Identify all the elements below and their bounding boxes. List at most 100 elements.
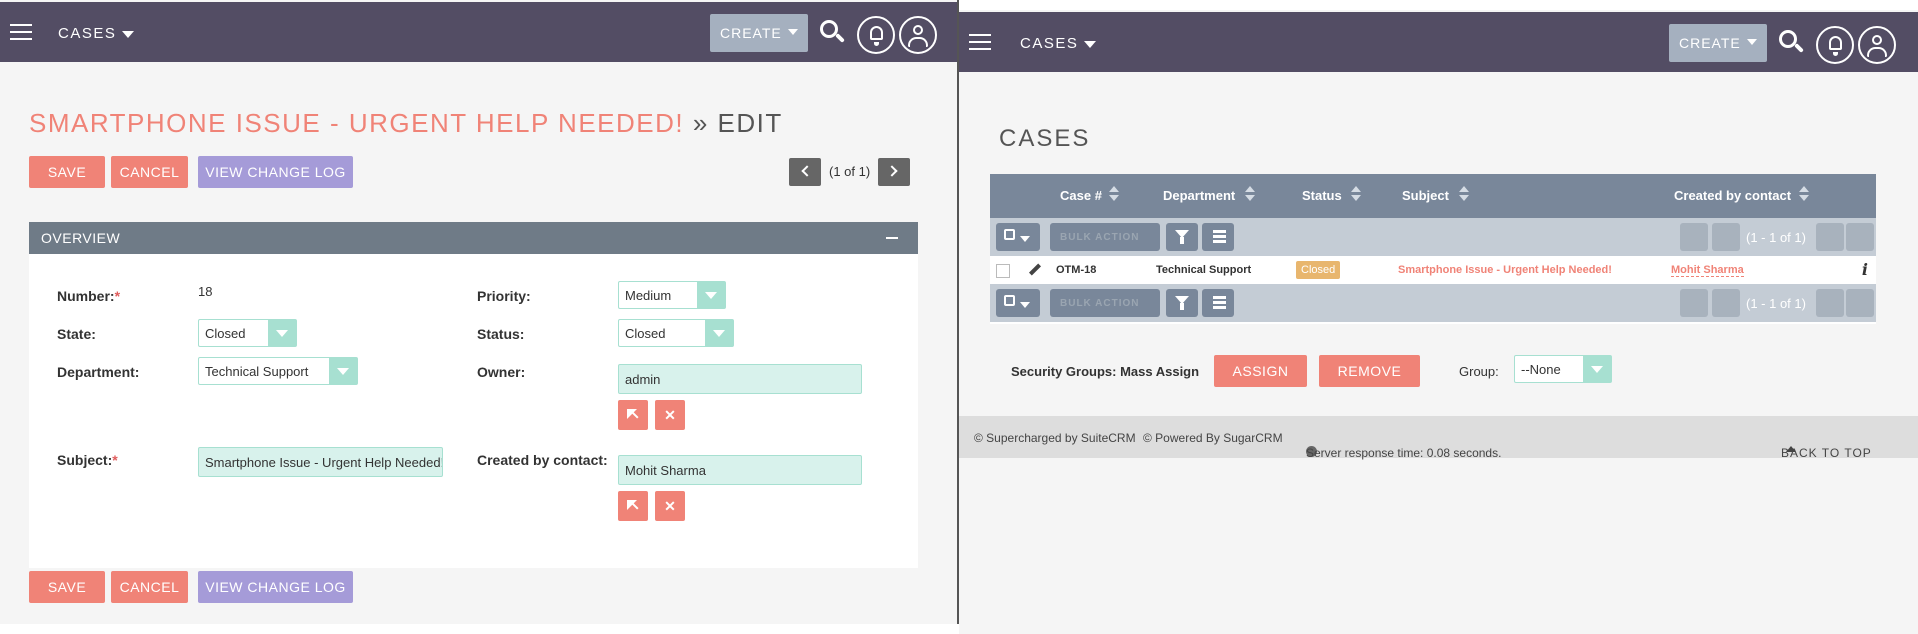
group-label: Group:: [1459, 364, 1499, 379]
user-profile-icon[interactable]: [1858, 26, 1896, 64]
supercharged-link[interactable]: © Supercharged by SuiteCRM: [974, 431, 1136, 445]
sort-icon[interactable]: [1108, 186, 1120, 202]
list-view-pane: CASES CREATE CASES Case # Department Sta…: [959, 10, 1918, 634]
last-page-button[interactable]: [1846, 289, 1874, 317]
department-select[interactable]: Technical Support: [198, 357, 358, 385]
sort-icon[interactable]: [1244, 186, 1256, 202]
priority-select[interactable]: Medium: [618, 281, 726, 309]
view-change-log-button-top[interactable]: VIEW CHANGE LOG: [198, 156, 353, 188]
row-checkbox[interactable]: [996, 264, 1010, 278]
bulk-action-button[interactable]: BULK ACTION: [1050, 223, 1160, 251]
department-value: Technical Support: [205, 363, 309, 379]
checkbox-icon: [1004, 229, 1015, 240]
pencil-icon[interactable]: [1028, 263, 1042, 277]
state-value: Closed: [205, 325, 246, 341]
chevron-down-icon: [268, 320, 296, 346]
select-arrow-icon: [627, 409, 639, 421]
save-button-top[interactable]: SAVE: [29, 156, 105, 188]
cancel-button-bottom[interactable]: CANCEL: [111, 571, 188, 603]
notifications-icon[interactable]: [857, 16, 895, 54]
filter-button[interactable]: [1166, 223, 1198, 251]
subject-link[interactable]: Smartphone Issue - Urgent Help Needed!: [1398, 264, 1612, 276]
module-menu[interactable]: CASES: [1020, 35, 1097, 52]
notifications-icon[interactable]: [1816, 26, 1854, 64]
search-icon[interactable]: [1779, 30, 1805, 56]
previous-page-button[interactable]: [1712, 223, 1740, 251]
select-all-dropdown[interactable]: [996, 223, 1040, 251]
status-badge: Closed: [1296, 261, 1341, 279]
collapse-icon[interactable]: [886, 237, 898, 239]
save-button-bottom[interactable]: SAVE: [29, 571, 105, 603]
view-change-log-button-bottom[interactable]: VIEW CHANGE LOG: [198, 571, 353, 603]
first-page-button[interactable]: [1680, 223, 1708, 251]
powered-by-link[interactable]: © Powered By SugarCRM: [1143, 431, 1283, 445]
first-page-button[interactable]: [1680, 289, 1708, 317]
chevron-down-icon: [329, 358, 357, 384]
previous-record-button[interactable]: [789, 158, 821, 186]
last-page-button[interactable]: [1846, 223, 1874, 251]
column-subject[interactable]: Subject: [1402, 188, 1449, 203]
subject-label: Subject:*: [57, 452, 118, 468]
column-department[interactable]: Department: [1163, 188, 1235, 203]
caret-down-icon: [788, 29, 798, 35]
caret-down-icon: [122, 30, 135, 38]
column-created-by-contact[interactable]: Created by contact: [1674, 188, 1791, 203]
contact-select-button[interactable]: [618, 491, 648, 521]
pagination-text: (1 - 1 of 1): [1746, 230, 1806, 245]
sort-icon[interactable]: [1458, 186, 1470, 202]
bulk-action-button[interactable]: BULK ACTION: [1050, 289, 1160, 317]
user-profile-icon[interactable]: [899, 16, 937, 54]
owner-input[interactable]: admin: [618, 364, 862, 394]
column-chooser-button[interactable]: [1202, 223, 1234, 251]
next-page-button[interactable]: [1816, 289, 1844, 317]
required-mark: *: [114, 288, 121, 304]
previous-page-button[interactable]: [1712, 289, 1740, 317]
group-select[interactable]: --None: [1514, 355, 1612, 383]
owner-clear-button[interactable]: ✕: [655, 400, 685, 430]
cancel-button-top[interactable]: CANCEL: [111, 156, 188, 188]
info-icon[interactable]: i: [1862, 260, 1868, 279]
assign-button[interactable]: ASSIGN: [1214, 355, 1307, 387]
sort-icon[interactable]: [1350, 186, 1362, 202]
search-icon[interactable]: [820, 20, 846, 46]
status-select[interactable]: Closed: [618, 319, 734, 347]
select-all-dropdown[interactable]: [996, 289, 1040, 317]
overview-panel-header[interactable]: OVERVIEW: [29, 222, 918, 254]
created-by-contact-label: Created by contact:: [477, 452, 608, 468]
column-status[interactable]: Status: [1302, 188, 1342, 203]
created-by-contact-input[interactable]: Mohit Sharma: [618, 455, 862, 485]
state-select[interactable]: Closed: [198, 319, 297, 347]
remove-button[interactable]: REMOVE: [1319, 355, 1420, 387]
sort-icon[interactable]: [1798, 186, 1810, 202]
create-label: CREATE: [720, 25, 782, 41]
panel-title: OVERVIEW: [41, 230, 121, 246]
required-mark: *: [112, 452, 118, 468]
checkbox-icon: [1004, 295, 1015, 306]
top-navbar: CASES CREATE: [959, 12, 1918, 72]
column-chooser-button[interactable]: [1202, 289, 1234, 317]
subject-input[interactable]: Smartphone Issue - Urgent Help Needed!: [198, 447, 443, 477]
status-label: Status:: [477, 326, 525, 342]
contact-clear-button[interactable]: ✕: [655, 491, 685, 521]
next-record-button[interactable]: [878, 158, 910, 186]
create-button[interactable]: CREATE: [710, 14, 808, 52]
list-icon: [1210, 296, 1226, 310]
status-value: Closed: [625, 325, 666, 341]
create-button[interactable]: CREATE: [1669, 24, 1767, 62]
case-number-cell[interactable]: OTM-18: [1056, 264, 1096, 276]
select-arrow-icon: [627, 500, 639, 512]
contact-link[interactable]: Mohit Sharma: [1671, 264, 1744, 277]
priority-value: Medium: [625, 287, 672, 303]
priority-label: Priority:: [477, 288, 531, 304]
module-menu[interactable]: CASES: [58, 25, 135, 42]
number-value: 18: [198, 284, 213, 299]
owner-select-button[interactable]: [618, 400, 648, 430]
filter-button[interactable]: [1166, 289, 1198, 317]
action-bar-top: BULK ACTION (1 - 1 of 1): [990, 218, 1876, 256]
column-case-number[interactable]: Case #: [1060, 188, 1102, 203]
menu-icon[interactable]: [10, 24, 32, 40]
page-title: SMARTPHONE ISSUE - URGENT HELP NEEDED! »…: [29, 108, 783, 138]
table-row[interactable]: OTM-18 Technical Support Closed Smartpho…: [990, 256, 1876, 284]
next-page-button[interactable]: [1816, 223, 1844, 251]
menu-icon[interactable]: [969, 34, 991, 50]
